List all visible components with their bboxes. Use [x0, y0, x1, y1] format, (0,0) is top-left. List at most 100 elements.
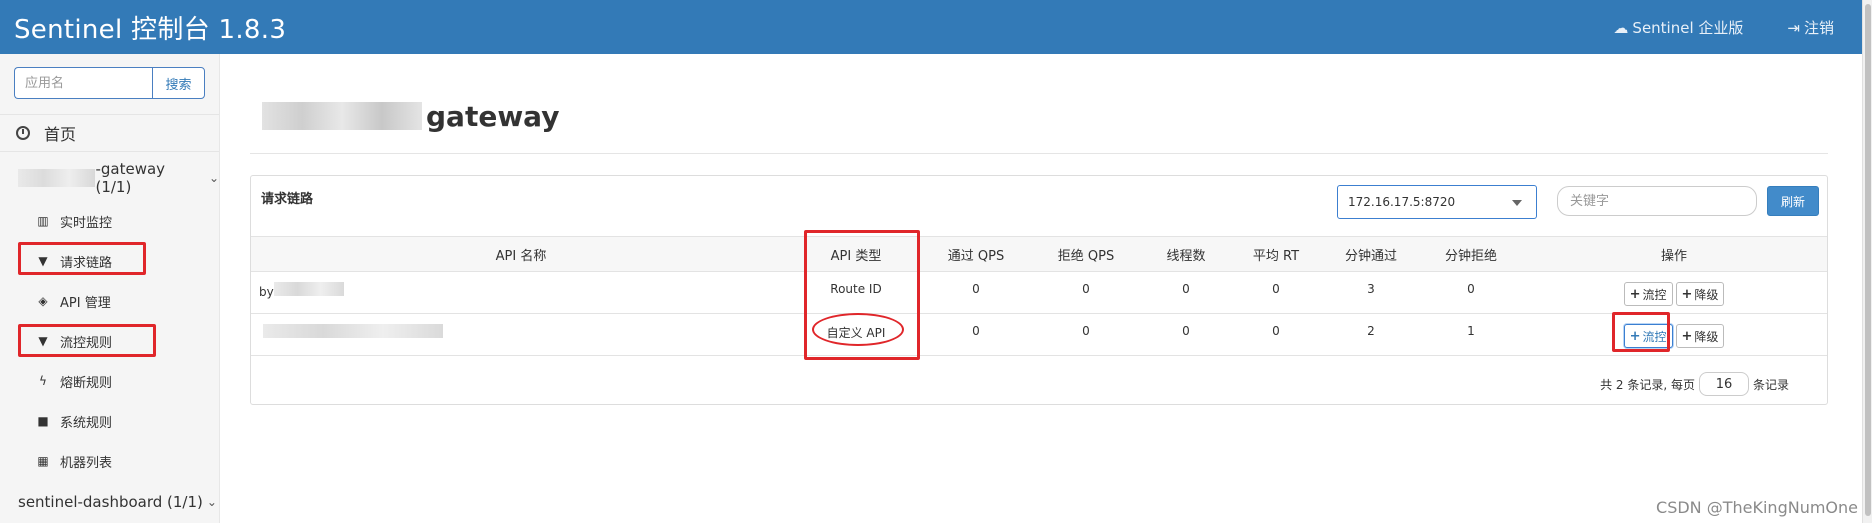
pager-prefix: 共 2 条记录, 每页 [1600, 377, 1695, 392]
redacted-app-name [262, 102, 422, 130]
app-search-input[interactable] [14, 67, 152, 99]
column-header: 分钟拒绝 [1421, 236, 1521, 272]
pager-suffix: 条记录 [1752, 377, 1789, 392]
sidebar-item-label: 系统规则 [60, 415, 113, 431]
app-brand-title[interactable]: Sentinel 控制台 1.8.3 [14, 9, 286, 46]
app-search: 搜索 [14, 67, 205, 99]
sidebar: 搜索 首页 -gateway (1/1) ⌄ ▥ 实时监控 ▼ 请求链路 ◈ A… [0, 54, 220, 523]
enterprise-link[interactable]: ☁ Sentinel 企业版 [1613, 17, 1743, 38]
column-header: API 名称 [251, 236, 791, 272]
table-header-row: API 名称 API 类型 通过 QPS 拒绝 QPS 线程数 平均 RT 分钟… [251, 236, 1827, 272]
machine-select-value: 172.16.17.5:8720 [1348, 195, 1456, 209]
flow-control-button[interactable]: + 流控 [1623, 282, 1673, 306]
column-header: 平均 RT [1231, 236, 1321, 272]
column-header: 线程数 [1141, 236, 1231, 272]
highlight-ellipse-custom-api [812, 313, 904, 346]
ops-cell: + 流控 + 降级 [1521, 313, 1827, 356]
sidebar-item-realtime-monitor[interactable]: ▥ 实时监控 [0, 203, 219, 239]
api-name-prefix: by [259, 285, 274, 299]
app-group-sentinel-dashboard[interactable]: sentinel-dashboard (1/1) ⌄ [0, 483, 219, 521]
keyword-input[interactable] [1557, 186, 1757, 216]
enterprise-label: Sentinel 企业版 [1632, 19, 1744, 37]
sidebar-item-label: 机器列表 [60, 455, 113, 471]
logout-icon: ⇥ [1787, 18, 1800, 37]
highlight-box-flow-button [1612, 312, 1670, 352]
page-size-input[interactable] [1698, 372, 1749, 396]
app-group-gateway-label: -gateway (1/1) [95, 160, 166, 196]
ops-cell: + 流控 + 降级 [1521, 271, 1827, 314]
redacted-api-name [263, 324, 443, 338]
top-right-links: ☁ Sentinel 企业版 ⇥ 注销 [1613, 17, 1834, 38]
pass-qps-cell: 0 [921, 313, 1031, 356]
machine-select[interactable]: 172.16.17.5:8720 [1337, 185, 1537, 219]
avg-rt-cell: 0 [1231, 271, 1321, 314]
block-qps-cell: 0 [1031, 271, 1141, 314]
avg-rt-cell: 0 [1231, 313, 1321, 356]
minute-block-cell: 0 [1421, 271, 1521, 314]
pagination: 共 2 条记录, 每页 条记录 [1600, 372, 1789, 396]
sidebar-item-degrade-rules[interactable]: ϟ 熔断规则 [0, 363, 219, 399]
api-table: API 名称 API 类型 通过 QPS 拒绝 QPS 线程数 平均 RT 分钟… [251, 236, 1827, 356]
tags-icon: ◈ [38, 294, 48, 308]
column-header: 操作 [1521, 236, 1827, 272]
sidebar-item-label: 熔断规则 [60, 375, 113, 391]
table-row: 自定义 API 0 0 0 0 2 1 + 流控 + 降级 [251, 313, 1827, 356]
row-actions: + 流控 + 降级 [1623, 282, 1725, 306]
minute-pass-cell: 3 [1321, 271, 1421, 314]
refresh-button[interactable]: 刷新 [1767, 186, 1819, 216]
minute-pass-cell: 2 [1321, 313, 1421, 356]
logout-label: 注销 [1803, 19, 1834, 37]
watermark: CSDN @TheKingNumOne [1656, 498, 1858, 517]
th-list-icon: ▦ [37, 454, 49, 468]
plus-icon: + [1629, 286, 1641, 302]
sidebar-item-system-rules[interactable]: ■ 系统规则 [0, 403, 219, 439]
highlight-box-flow-rules [18, 324, 156, 357]
sidebar-item-label: API 管理 [60, 295, 111, 311]
degrade-button[interactable]: + 降级 [1675, 324, 1725, 348]
page-title-text: gateway [426, 99, 560, 133]
plus-icon: + [1681, 328, 1693, 344]
home-label: 首页 [44, 125, 77, 144]
threads-cell: 0 [1141, 271, 1231, 314]
sidebar-item-home[interactable]: 首页 [0, 114, 219, 152]
api-name-cell [251, 313, 791, 356]
logout-link[interactable]: ⇥ 注销 [1787, 17, 1834, 38]
sidebar-item-machine-list[interactable]: ▦ 机器列表 [0, 443, 219, 479]
caret-down-icon [1512, 200, 1522, 206]
lock-icon: ■ [37, 414, 49, 428]
degrade-label: 降级 [1694, 329, 1719, 344]
threads-cell: 0 [1141, 313, 1231, 356]
degrade-label: 降级 [1694, 287, 1719, 302]
app-group-gateway[interactable]: -gateway (1/1) ⌄ [0, 159, 219, 197]
api-name-cell: by [251, 271, 791, 314]
vertical-scrollbar[interactable] [1862, 0, 1872, 523]
chevron-down-icon: ⌄ [206, 495, 217, 509]
panel-title: 请求链路 [261, 192, 314, 207]
dashboard-icon [16, 126, 30, 140]
page-title: gateway [262, 96, 559, 136]
redacted-api-name [273, 282, 344, 296]
redacted-app-name [18, 169, 96, 187]
bar-chart-icon: ▥ [37, 214, 49, 228]
scrollbar-thumb[interactable] [1865, 4, 1871, 516]
column-header: 分钟通过 [1321, 236, 1421, 272]
top-navbar: Sentinel 控制台 1.8.3 ☁ Sentinel 企业版 ⇥ 注销 [0, 0, 1862, 54]
table-row: by Route ID 0 0 0 0 3 0 + 流控 + 降级 [251, 271, 1827, 314]
minute-block-cell: 1 [1421, 313, 1521, 356]
app-search-button[interactable]: 搜索 [152, 67, 205, 99]
column-header: 通过 QPS [921, 236, 1031, 272]
column-header: 拒绝 QPS [1031, 236, 1141, 272]
request-chain-panel: 请求链路 172.16.17.5:8720 刷新 API 名称 API 类型 通… [250, 175, 1828, 405]
pass-qps-cell: 0 [921, 271, 1031, 314]
chevron-down-icon: ⌄ [208, 171, 219, 185]
flow-control-label: 流控 [1642, 287, 1667, 302]
plus-icon: + [1681, 286, 1693, 302]
sidebar-item-api-manage[interactable]: ◈ API 管理 [0, 283, 219, 319]
degrade-button[interactable]: + 降级 [1675, 282, 1725, 306]
app-group-dashboard-label: sentinel-dashboard (1/1) [18, 493, 203, 511]
divider [250, 153, 1828, 154]
cloud-icon: ☁ [1613, 18, 1629, 37]
sidebar-item-label: 实时监控 [60, 215, 113, 231]
block-qps-cell: 0 [1031, 313, 1141, 356]
highlight-box-request-chain [18, 242, 146, 275]
